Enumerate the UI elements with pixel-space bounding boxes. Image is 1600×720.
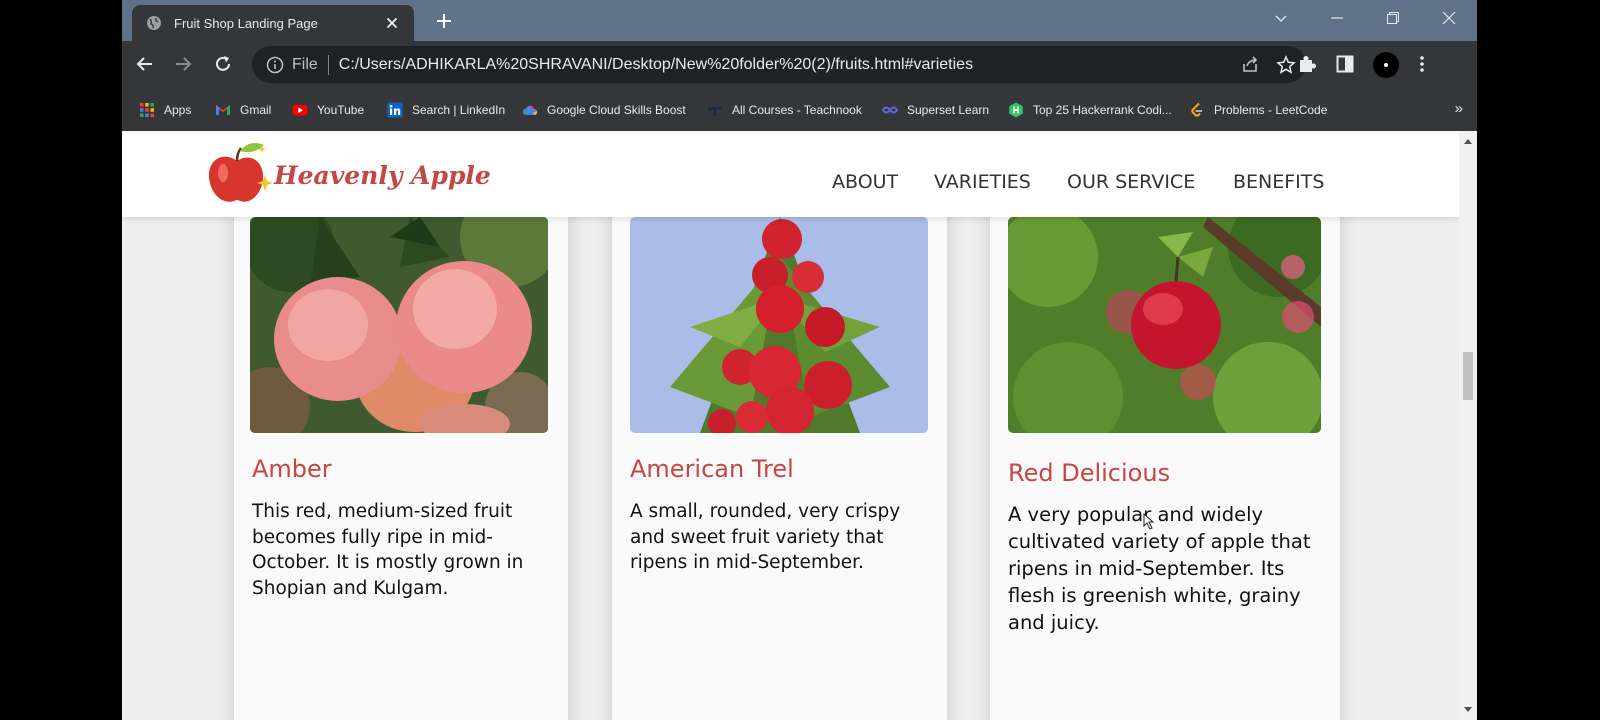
bookmarks-overflow-button[interactable]: » xyxy=(1455,100,1463,117)
teachnook-icon xyxy=(708,106,722,116)
scroll-up-arrow-icon[interactable] xyxy=(1464,139,1472,144)
new-tab-icon[interactable] xyxy=(435,12,453,30)
bookmark-label: Apps xyxy=(164,102,192,117)
globe-icon xyxy=(147,16,161,30)
bookmark-label: Problems - LeetCode xyxy=(1214,102,1328,117)
youtube-icon xyxy=(292,104,308,115)
apple-image-amber xyxy=(250,217,548,433)
browser-window: Fruit Shop Landing Page File C:/Users/AD… xyxy=(122,0,1477,720)
minimize-icon xyxy=(1331,17,1343,19)
share-icon[interactable] xyxy=(1240,55,1260,75)
bookmark-superset[interactable]: Superset Learn xyxy=(882,88,989,131)
google-cloud-icon xyxy=(522,105,538,115)
linkedin-icon xyxy=(387,102,403,117)
close-tab-icon[interactable] xyxy=(384,15,400,31)
bookmark-leetcode[interactable]: Problems - LeetCode xyxy=(1189,88,1327,131)
bookmark-google-cloud[interactable]: Google Cloud Skills Boost xyxy=(522,88,686,131)
apps-grid-icon xyxy=(140,102,154,117)
browser-toolbar: File C:/Users/ADHIKARLA%20SHRAVANI/Deskt… xyxy=(122,41,1477,88)
bookmark-label: Gmail xyxy=(240,102,272,117)
apple-logo-icon[interactable] xyxy=(206,139,274,205)
chevron-down-icon xyxy=(1275,15,1287,22)
bookmark-label: YouTube xyxy=(317,102,365,117)
variety-card-red-delicious: Red Delicious A very popular and widely … xyxy=(990,191,1340,720)
variety-title: Amber xyxy=(252,455,332,483)
bookmark-gmail[interactable]: Gmail xyxy=(215,88,271,131)
address-separator xyxy=(327,54,329,75)
reload-icon[interactable] xyxy=(212,53,234,75)
restore-icon xyxy=(1387,12,1399,24)
nav-link-our-service[interactable]: OUR SERVICE xyxy=(1067,171,1195,193)
page-viewport: Amber This red, medium-sized fruit becom… xyxy=(122,131,1459,720)
minimize-button[interactable] xyxy=(1309,0,1365,36)
close-window-button[interactable] xyxy=(1421,0,1477,36)
bookmark-teachnook[interactable]: All Courses - Teachnook xyxy=(707,88,862,131)
tab-title: Fruit Shop Landing Page xyxy=(174,15,318,31)
mouse-cursor-icon xyxy=(1143,512,1155,530)
tab-search-button[interactable] xyxy=(1253,0,1309,36)
bookmarks-bar: Apps Gmail YouTube Search | LinkedIn Goo… xyxy=(122,88,1477,132)
bookmark-label: Google Cloud Skills Boost xyxy=(547,102,686,117)
bookmark-linkedin[interactable]: Search | LinkedIn xyxy=(387,88,505,131)
apple-image-american-trel xyxy=(630,217,928,433)
bookmark-youtube[interactable]: YouTube xyxy=(292,88,364,131)
variety-title: Red Delicious xyxy=(1008,459,1171,487)
scroll-down-arrow-icon[interactable] xyxy=(1464,707,1472,712)
forward-arrow-icon[interactable] xyxy=(172,53,194,75)
nav-link-benefits[interactable]: BENEFITS xyxy=(1233,171,1324,193)
variety-card-american-trel: American Trel A small, rounded, very cri… xyxy=(612,191,947,720)
extensions-puzzle-icon[interactable] xyxy=(1297,54,1317,74)
variety-description: A very popular and widely cultivated var… xyxy=(1008,503,1311,634)
browser-tab[interactable]: Fruit Shop Landing Page xyxy=(132,5,414,41)
apple-image-red-delicious xyxy=(1008,217,1321,433)
bookmark-apps[interactable]: Apps xyxy=(139,88,191,131)
variety-title: American Trel xyxy=(630,455,794,483)
bookmark-hackerrank[interactable]: Top 25 Hackerrank Codi... xyxy=(1008,88,1172,131)
side-panel-icon[interactable] xyxy=(1335,54,1355,74)
profile-avatar[interactable] xyxy=(1373,52,1399,78)
nav-link-about[interactable]: ABOUT xyxy=(832,171,898,193)
menu-kebab-icon[interactable] xyxy=(1412,54,1432,74)
bookmark-label: Superset Learn xyxy=(907,102,990,117)
close-icon xyxy=(1442,11,1456,25)
nav-link-varieties[interactable]: VARIETIES xyxy=(934,171,1031,193)
info-icon[interactable] xyxy=(266,56,284,74)
gmail-icon xyxy=(216,104,230,115)
address-bar[interactable]: File C:/Users/ADHIKARLA%20SHRAVANI/Deskt… xyxy=(252,46,1306,83)
logo-text[interactable]: Heavenly Apple xyxy=(274,161,491,190)
bookmark-label: Search | LinkedIn xyxy=(412,102,506,117)
bookmark-star-icon[interactable] xyxy=(1276,55,1296,75)
tab-strip: Fruit Shop Landing Page xyxy=(122,0,1477,41)
variety-card-amber: Amber This red, medium-sized fruit becom… xyxy=(234,191,568,720)
restore-button[interactable] xyxy=(1365,0,1421,36)
bookmark-label: Top 25 Hackerrank Codi... xyxy=(1033,102,1172,117)
scheme-label: File xyxy=(292,55,318,73)
scrollbar-thumb[interactable] xyxy=(1463,352,1473,400)
hackerrank-icon xyxy=(1009,102,1023,117)
site-header: Heavenly Apple ABOUT VARIETIES OUR SERVI… xyxy=(122,131,1459,217)
page-scrollbar[interactable] xyxy=(1459,131,1477,720)
leetcode-icon xyxy=(1191,102,1202,117)
back-arrow-icon[interactable] xyxy=(134,53,156,75)
superset-icon xyxy=(882,106,898,113)
variety-description: This red, medium-sized fruit becomes ful… xyxy=(252,501,524,599)
window-controls xyxy=(1253,0,1477,36)
url-text[interactable]: C:/Users/ADHIKARLA%20SHRAVANI/Desktop/Ne… xyxy=(339,56,973,74)
bookmark-label: All Courses - Teachnook xyxy=(732,102,862,117)
variety-description: A small, rounded, very crispy and sweet … xyxy=(630,501,901,573)
